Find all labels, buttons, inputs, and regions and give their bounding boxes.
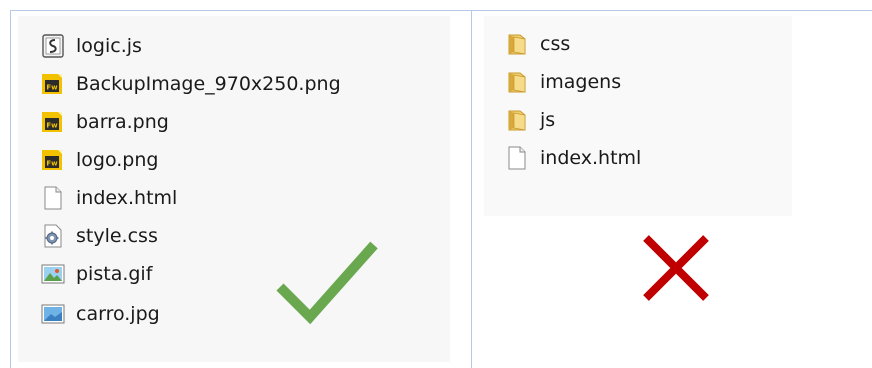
center-divider — [471, 10, 472, 368]
folder-item-imagens[interactable]: imagens — [504, 67, 621, 97]
folder-name: css — [540, 33, 571, 55]
file-name: carro.jpg — [76, 303, 160, 325]
file-item-backupimage-png[interactable]: Fw BackupImage_970x250.png — [40, 69, 341, 99]
fireworks-png-icon: Fw — [40, 71, 66, 97]
blank-file-icon — [40, 185, 66, 211]
file-name: style.css — [76, 225, 158, 247]
file-item-logic-js[interactable]: logic.js — [40, 31, 142, 61]
file-name: BackupImage_970x250.png — [76, 73, 341, 95]
fireworks-png-icon: Fw — [40, 109, 66, 135]
file-item-barra-png[interactable]: Fw barra.png — [40, 107, 169, 137]
svg-text:Fw: Fw — [46, 84, 58, 92]
folder-name: imagens — [540, 71, 622, 93]
css-gear-file-icon — [40, 223, 66, 249]
svg-text:Fw: Fw — [46, 160, 58, 168]
cross-mark-icon — [643, 235, 709, 301]
file-name: pista.gif — [76, 263, 153, 285]
js-script-icon — [40, 33, 66, 59]
folder-icon — [504, 107, 530, 133]
folder-icon — [504, 31, 530, 57]
file-item-index-html[interactable]: index.html — [40, 183, 177, 213]
valid-file-list-panel: logic.js Fw BackupImage_970x250.png Fw b… — [18, 16, 450, 362]
file-name: index.html — [540, 147, 642, 169]
file-item-logo-png[interactable]: Fw logo.png — [40, 145, 158, 175]
file-item-style-css[interactable]: style.css — [40, 221, 158, 251]
check-mark-icon — [276, 241, 378, 325]
top-divider — [10, 10, 872, 11]
folder-item-js[interactable]: js — [504, 105, 555, 135]
file-item-index-html[interactable]: index.html — [504, 143, 641, 173]
file-name: barra.png — [76, 111, 169, 133]
svg-text:Fw: Fw — [46, 122, 58, 130]
file-name: logic.js — [76, 35, 142, 57]
fireworks-png-icon: Fw — [40, 147, 66, 173]
folder-name: js — [540, 109, 556, 131]
folder-item-css[interactable]: css — [504, 29, 570, 59]
file-name: index.html — [76, 187, 178, 209]
file-item-carro-jpg[interactable]: carro.jpg — [40, 299, 160, 329]
invalid-folder-list-panel: css imagens js index.html — [484, 16, 792, 216]
file-item-pista-gif[interactable]: pista.gif — [40, 259, 152, 289]
jpg-image-icon — [40, 301, 66, 327]
left-divider — [10, 10, 11, 368]
gif-image-icon — [40, 261, 66, 287]
folder-icon — [504, 69, 530, 95]
file-name: logo.png — [76, 149, 159, 171]
blank-file-icon — [504, 145, 530, 171]
